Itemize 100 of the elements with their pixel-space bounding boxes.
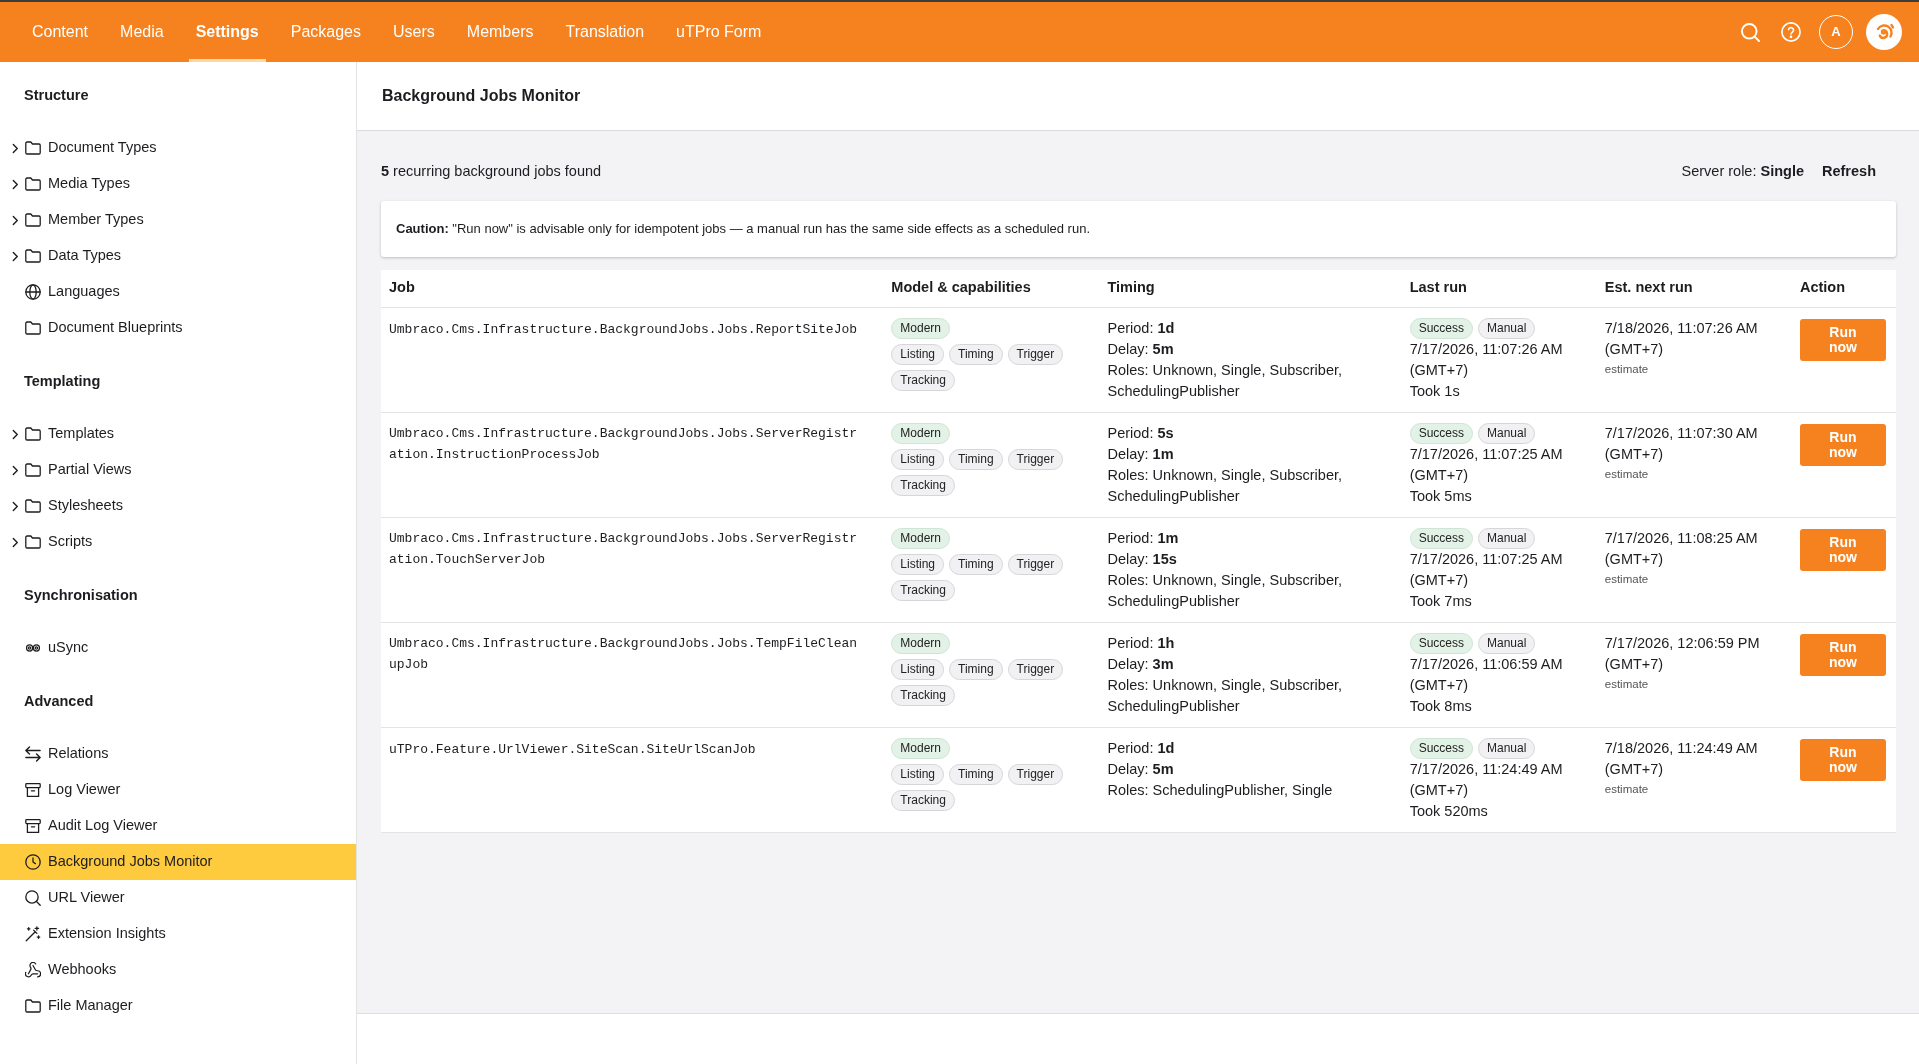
timing-line: Period: 1d (1107, 738, 1176, 758)
archive-box-icon (25, 818, 41, 834)
folder-icon (25, 320, 41, 336)
sidebar-item[interactable]: Member Types (0, 202, 356, 238)
sidebar-section-heading: Synchronisation (23, 586, 139, 605)
capability-tag: Tracking (891, 579, 955, 601)
capability-tag: Trigger (1007, 658, 1064, 680)
swap-arrows-icon (25, 746, 41, 762)
sidebar-item[interactable]: Scripts (0, 524, 356, 560)
timing-line: Period: 1d (1107, 318, 1176, 338)
capability-tag: Trigger (1007, 763, 1064, 785)
column-header: Action (1791, 270, 1896, 307)
estimate-note: estimate (1604, 466, 1650, 482)
column-header: Last run (1401, 270, 1597, 307)
folder-icon (25, 248, 41, 264)
chevron-icon[interactable] (12, 464, 19, 476)
capability-tag: Timing (949, 658, 1003, 680)
timing-line: Roles: Unknown, Single, Subscriber, SchedulingPublisher (1107, 465, 1343, 506)
magic-wand-icon (25, 926, 41, 942)
help-icon[interactable] (1781, 22, 1801, 42)
sidebar-item[interactable]: Document Blueprints (0, 310, 356, 346)
chevron-icon[interactable] (12, 142, 19, 154)
job-name: Umbraco.Cms.Infrastructure.BackgroundJobs.Jobs.TempFileCleanupJob (389, 634, 858, 674)
next-run-time-text: 7/17/2026, 11:07:30 AM (GMT+7) (1604, 423, 1759, 464)
sidebar-item[interactable]: Audit Log Viewer (0, 808, 356, 844)
chevron-icon[interactable] (12, 500, 19, 512)
capability-tag: Listing (891, 448, 944, 470)
trigger-tag: Manual (1478, 737, 1536, 759)
clock-icon (25, 854, 41, 870)
chevron-icon[interactable] (12, 536, 19, 548)
chevron-icon[interactable] (12, 250, 19, 262)
column-header: Timing (1099, 270, 1402, 307)
sidebar-item[interactable]: Media Types (0, 166, 356, 202)
column-header: Job (381, 270, 884, 307)
run-time-text: 7/17/2026, 11:24:49 AM (GMT+7) (1409, 759, 1564, 800)
sidebar-item[interactable]: uSync (0, 630, 356, 666)
next-run-time-text: 7/18/2026, 11:24:49 AM (GMT+7) (1604, 738, 1759, 779)
sidebar-item[interactable]: Partial Views (0, 452, 356, 488)
chevron-icon[interactable] (12, 178, 19, 190)
run-time-text: 7/17/2026, 11:07:25 AM (GMT+7) (1409, 444, 1564, 485)
next-run-time-text: 7/18/2026, 11:07:26 AM (GMT+7) (1604, 318, 1759, 359)
folder-icon (25, 998, 41, 1014)
sidebar-item[interactable]: Log Viewer (0, 772, 356, 808)
server-role-text: Server role: Single (1681, 162, 1804, 182)
search-icon[interactable] (1741, 22, 1760, 42)
logo-icon[interactable] (1866, 14, 1902, 50)
model-tag: Modern (891, 422, 950, 444)
summary-text: 5 recurring background jobs found (381, 162, 602, 182)
sidebar-item[interactable]: Background Jobs Monitor (0, 844, 356, 880)
timing-line: Roles: Unknown, Single, Subscriber, SchedulingPublisher (1107, 675, 1343, 716)
run-time-text: 7/17/2026, 11:07:26 AM (GMT+7) (1409, 339, 1564, 380)
model-tag: Modern (891, 317, 950, 339)
job-name: uTPro.Feature.UrlViewer.SiteScan.SiteUrlScanJob (389, 740, 756, 759)
timing-line: Roles: Unknown, Single, Subscriber, SchedulingPublisher (1107, 360, 1343, 401)
sidebar-item[interactable]: URL Viewer (0, 880, 356, 916)
capability-tag: Listing (891, 658, 944, 680)
page-title: Background Jobs Monitor (382, 86, 581, 106)
sidebar-item[interactable]: Languages (0, 274, 356, 310)
next-run-time-text: 7/17/2026, 12:06:59 PM (GMT+7) (1604, 633, 1761, 674)
refresh-button[interactable]: Refresh (1804, 159, 1896, 185)
status-tag: Success (1409, 317, 1473, 339)
capability-tag: Listing (891, 343, 944, 365)
chevron-icon[interactable] (12, 428, 19, 440)
search-icon (25, 890, 41, 906)
timing-line: Roles: Unknown, Single, Subscriber, SchedulingPublisher (1107, 570, 1343, 611)
estimate-note: estimate (1604, 676, 1650, 692)
trigger-tag: Manual (1478, 422, 1536, 444)
estimate-note: estimate (1604, 781, 1650, 797)
timing-line: Period: 1m (1107, 528, 1180, 548)
globe-icon (25, 284, 41, 300)
sidebar-item[interactable]: Data Types (0, 238, 356, 274)
sidebar-section-heading: Structure (23, 86, 90, 105)
model-tag: Modern (891, 527, 950, 549)
capability-tag: Timing (949, 553, 1003, 575)
folder-icon (25, 462, 41, 478)
webhook-icon (25, 962, 41, 978)
timing-line: Roles: SchedulingPublisher, Single (1107, 780, 1334, 800)
sidebar-item[interactable]: Relations (0, 736, 356, 772)
sidebar-item[interactable]: Templates (0, 416, 356, 452)
duration-text: Took 520ms (1409, 801, 1489, 821)
timing-line: Delay: 15s (1107, 549, 1178, 569)
chevron-icon[interactable] (12, 214, 19, 226)
sidebar-item[interactable]: Webhooks (0, 952, 356, 988)
sidebar-item[interactable]: File Manager (0, 988, 356, 1024)
run-time-text: 7/17/2026, 11:07:25 AM (GMT+7) (1409, 549, 1564, 590)
sidebar-item[interactable]: Document Types (0, 130, 356, 166)
status-tag: Success (1409, 422, 1473, 444)
timing-line: Delay: 3m (1107, 654, 1175, 674)
sidebar-item[interactable]: Stylesheets (0, 488, 356, 524)
folder-icon (25, 212, 41, 228)
status-tag: Success (1409, 527, 1473, 549)
duration-text: Took 5ms (1409, 486, 1473, 506)
duration-text: Took 7ms (1409, 591, 1473, 611)
run-time-text: 7/17/2026, 11:06:59 AM (GMT+7) (1409, 654, 1564, 695)
sidebar-section-heading: Templating (23, 372, 102, 391)
folder-icon (25, 534, 41, 550)
model-tag: Modern (891, 632, 950, 654)
trigger-tag: Manual (1478, 632, 1536, 654)
capability-tag: Timing (949, 448, 1003, 470)
sidebar-item[interactable]: Extension Insights (0, 916, 356, 952)
